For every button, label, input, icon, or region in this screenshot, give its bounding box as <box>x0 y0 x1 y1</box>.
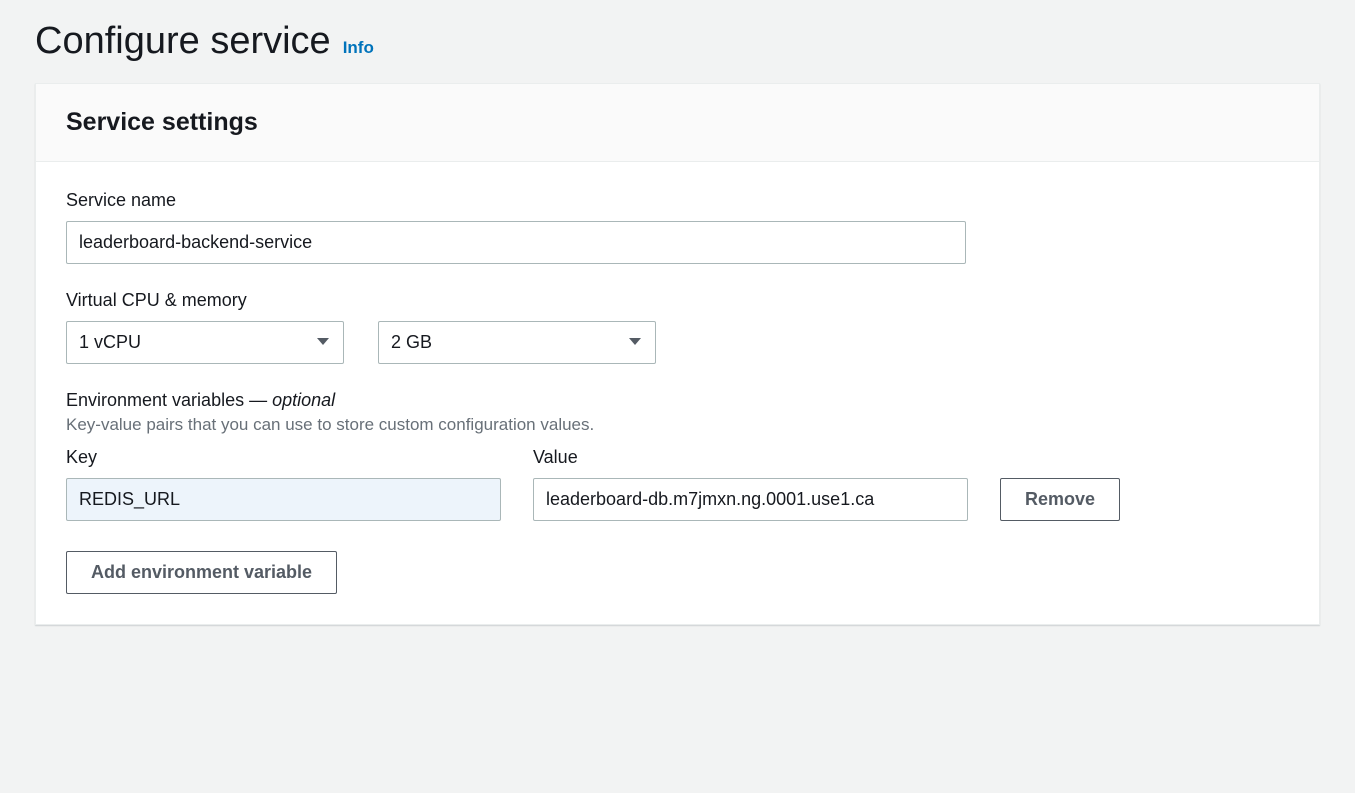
service-name-label: Service name <box>66 190 1289 211</box>
env-value-input[interactable] <box>533 478 968 521</box>
service-name-input[interactable] <box>66 221 966 264</box>
env-value-header: Value <box>533 447 968 468</box>
memory-select-wrapper: 2 GB <box>378 321 656 364</box>
service-settings-panel: Service settings Service name Virtual CP… <box>35 83 1320 625</box>
env-vars-field: Environment variables — optional Key-val… <box>66 390 1289 594</box>
page-title: Configure service <box>35 20 331 63</box>
env-vars-optional: optional <box>272 390 335 410</box>
cpu-memory-field: Virtual CPU & memory 1 vCPU 2 GB <box>66 290 1289 364</box>
cpu-select[interactable]: 1 vCPU <box>66 321 344 364</box>
env-key-header: Key <box>66 447 501 468</box>
panel-title: Service settings <box>66 108 1289 137</box>
panel-body: Service name Virtual CPU & memory 1 vCPU… <box>36 162 1319 624</box>
env-key-input[interactable] <box>66 478 501 521</box>
env-vars-description: Key-value pairs that you can use to stor… <box>66 415 1289 435</box>
env-vars-label: Environment variables — <box>66 390 272 410</box>
add-env-var-button[interactable]: Add environment variable <box>66 551 337 594</box>
info-link[interactable]: Info <box>343 38 374 58</box>
cpu-select-wrapper: 1 vCPU <box>66 321 344 364</box>
service-name-field: Service name <box>66 190 1289 264</box>
cpu-memory-label: Virtual CPU & memory <box>66 290 1289 311</box>
remove-button[interactable]: Remove <box>1000 478 1120 521</box>
env-var-row: Key Value Remove <box>66 447 1289 521</box>
panel-header: Service settings <box>36 84 1319 162</box>
memory-select[interactable]: 2 GB <box>378 321 656 364</box>
